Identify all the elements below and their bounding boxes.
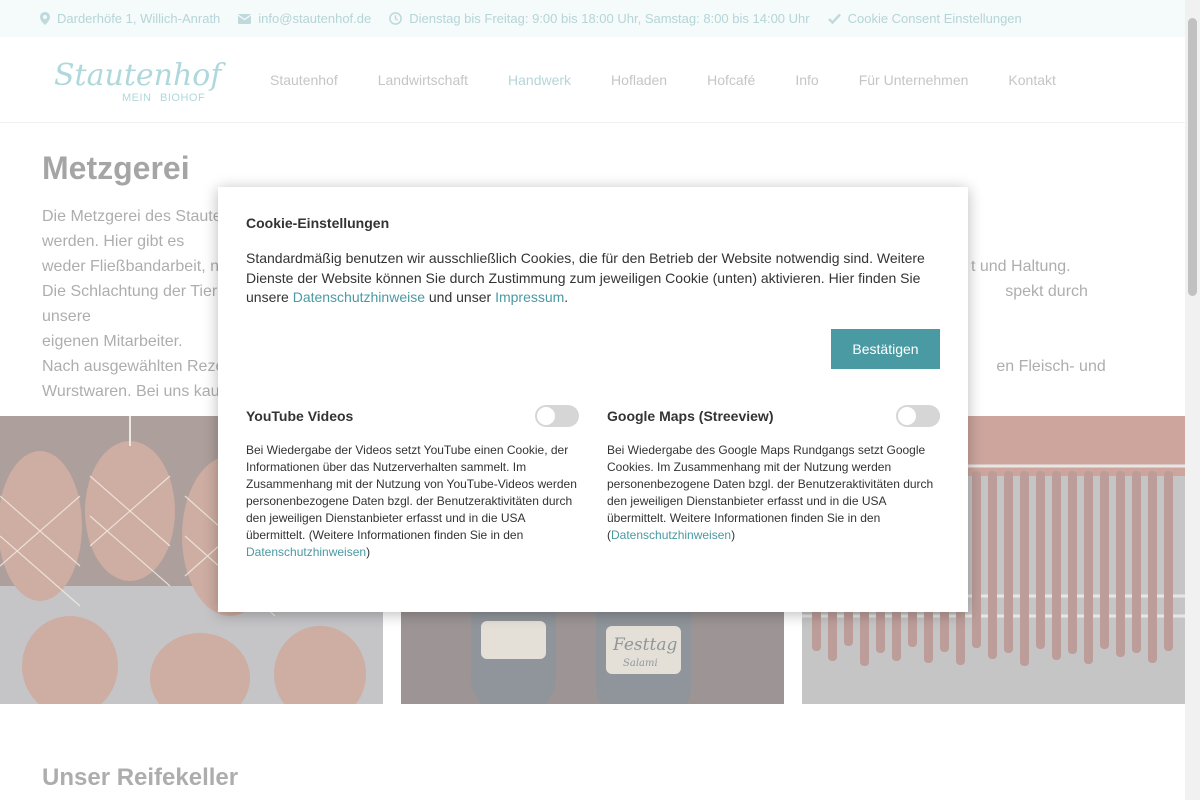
youtube-consent-section: YouTube Videos Bei Wiedergabe der Videos… [246,404,579,561]
confirm-button[interactable]: Bestätigen [831,329,940,369]
youtube-text-body: Bei Wiedergabe der Videos setzt YouTube … [246,443,577,542]
dialog-title: Cookie-Einstellungen [246,215,390,231]
maps-privacy-link[interactable]: Datenschutzhinweisen [611,528,731,542]
maps-text-close: ) [731,528,736,542]
dialog-intro-text: Standardmäßig benutzen wir ausschließlic… [246,249,940,308]
youtube-consent-text: Bei Wiedergabe der Videos setzt YouTube … [246,442,579,561]
youtube-text-close: ) [366,545,371,559]
maps-text-body: Bei Wiedergabe des Google Maps Rundgangs… [607,443,934,525]
scrollbar-thumb[interactable] [1188,18,1197,296]
privacy-link[interactable]: Datenschutzhinweise [293,289,425,305]
toggle-knob [537,407,555,425]
toggle-knob [898,407,916,425]
maps-consent-title: Google Maps (Streeview) [607,408,774,424]
maps-consent-header: Google Maps (Streeview) [607,404,940,428]
youtube-consent-title: YouTube Videos [246,408,354,424]
intro-text-part-3: . [564,289,569,305]
cookie-settings-dialog: Cookie-Einstellungen Standardmäßig benut… [218,187,968,612]
page-scrollbar[interactable] [1185,0,1200,800]
maps-toggle[interactable] [896,405,940,427]
youtube-consent-header: YouTube Videos [246,404,579,428]
youtube-toggle[interactable] [535,405,579,427]
imprint-link[interactable]: Impressum [495,289,564,305]
youtube-privacy-link[interactable]: Datenschutzhinweisen [246,545,366,559]
intro-text-part-2: und unser [425,289,496,305]
maps-consent-section: Google Maps (Streeview) Bei Wiedergabe d… [607,404,940,544]
maps-consent-text: Bei Wiedergabe des Google Maps Rundgangs… [607,442,940,544]
